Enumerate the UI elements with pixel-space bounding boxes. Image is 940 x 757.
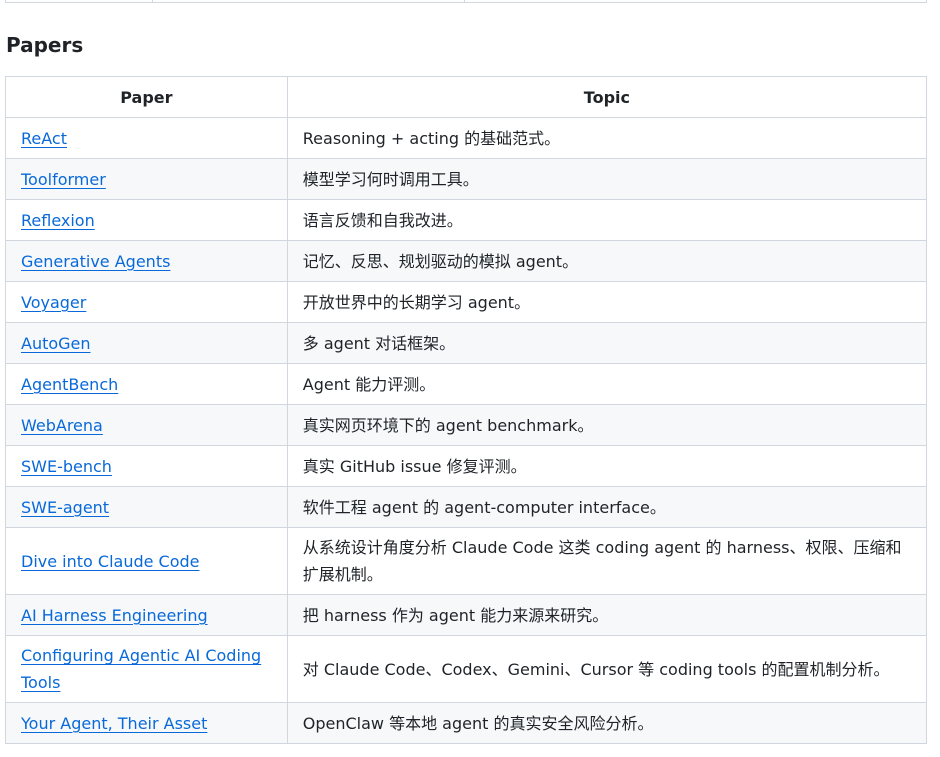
paper-link[interactable]: AI Harness Engineering [21,606,208,625]
paper-cell: Reflexion [5,199,288,241]
table-row: Reflexion 语言反馈和自我改进。 [5,199,928,241]
topic-cell: 模型学习何时调用工具。 [286,158,928,200]
paper-cell: Toolformer [5,158,288,200]
topic-cell: 把 harness 作为 agent 能力来源来研究。 [286,594,928,636]
topic-cell: 开放世界中的长期学习 agent。 [286,281,928,323]
paper-link[interactable]: SWE-bench [21,457,112,476]
paper-cell: SWE-agent [5,486,288,528]
table-row: WebArena 真实网页环境下的 agent benchmark。 [5,404,928,446]
paper-cell: Voyager [5,281,288,323]
section-heading: Papers [6,33,84,57]
paper-link[interactable]: Voyager [21,293,86,312]
table-row: Configuring Agentic AI Coding Tools 对 Cl… [5,635,928,703]
paper-cell: AutoGen [5,322,288,364]
topic-cell: 多 agent 对话框架。 [286,322,928,364]
paper-link[interactable]: Toolformer [21,170,106,189]
topic-cell: 从系统设计角度分析 Claude Code 这类 coding agent 的 … [286,527,928,595]
table-row: Toolformer 模型学习何时调用工具。 [5,158,928,200]
paper-cell: ReAct [5,117,288,159]
topic-cell: 记忆、反思、规划驱动的模拟 agent。 [286,240,928,282]
previous-table-bottom [5,0,927,3]
paper-link[interactable]: SWE-agent [21,498,109,517]
column-header-topic: Topic [286,76,928,118]
paper-link[interactable]: Reflexion [21,211,95,230]
paper-cell: Dive into Claude Code [5,527,288,595]
table-row: AgentBench Agent 能力评测。 [5,363,928,405]
table-row: Your Agent, Their Asset OpenClaw 等本地 age… [5,702,928,744]
paper-link[interactable]: AutoGen [21,334,91,353]
previous-table-divider [464,0,465,3]
table-row: Voyager 开放世界中的长期学习 agent。 [5,281,928,323]
papers-table: Paper Topic ReAct Reasoning + acting 的基础… [5,76,928,744]
topic-cell: Agent 能力评测。 [286,363,928,405]
table-header-row: Paper Topic [5,76,928,118]
table-row: Generative Agents 记忆、反思、规划驱动的模拟 agent。 [5,240,928,282]
table-row: SWE-bench 真实 GitHub issue 修复评测。 [5,445,928,487]
topic-cell: 软件工程 agent 的 agent-computer interface。 [286,486,928,528]
paper-cell: AI Harness Engineering [5,594,288,636]
paper-cell: SWE-bench [5,445,288,487]
paper-cell: Configuring Agentic AI Coding Tools [5,635,288,703]
topic-cell: 真实 GitHub issue 修复评测。 [286,445,928,487]
topic-cell: 真实网页环境下的 agent benchmark。 [286,404,928,446]
paper-cell: Your Agent, Their Asset [5,702,288,744]
column-header-paper: Paper [5,76,288,118]
paper-link[interactable]: ReAct [21,129,67,148]
table-row: Dive into Claude Code 从系统设计角度分析 Claude C… [5,527,928,595]
paper-cell: Generative Agents [5,240,288,282]
topic-cell: 对 Claude Code、Codex、Gemini、Cursor 等 codi… [286,635,928,703]
paper-link[interactable]: Generative Agents [21,252,170,271]
topic-cell: 语言反馈和自我改进。 [286,199,928,241]
table-row: AutoGen 多 agent 对话框架。 [5,322,928,364]
topic-cell: OpenClaw 等本地 agent 的真实安全风险分析。 [286,702,928,744]
previous-table-divider [152,0,153,3]
paper-link[interactable]: AgentBench [21,375,118,394]
table-row: SWE-agent 软件工程 agent 的 agent-computer in… [5,486,928,528]
paper-link[interactable]: Your Agent, Their Asset [21,714,207,733]
paper-link[interactable]: Dive into Claude Code [21,552,200,571]
paper-link[interactable]: WebArena [21,416,103,435]
paper-cell: AgentBench [5,363,288,405]
table-row: AI Harness Engineering 把 harness 作为 agen… [5,594,928,636]
topic-cell: Reasoning + acting 的基础范式。 [286,117,928,159]
table-row: ReAct Reasoning + acting 的基础范式。 [5,117,928,159]
paper-cell: WebArena [5,404,288,446]
paper-link[interactable]: Configuring Agentic AI Coding Tools [21,646,261,692]
